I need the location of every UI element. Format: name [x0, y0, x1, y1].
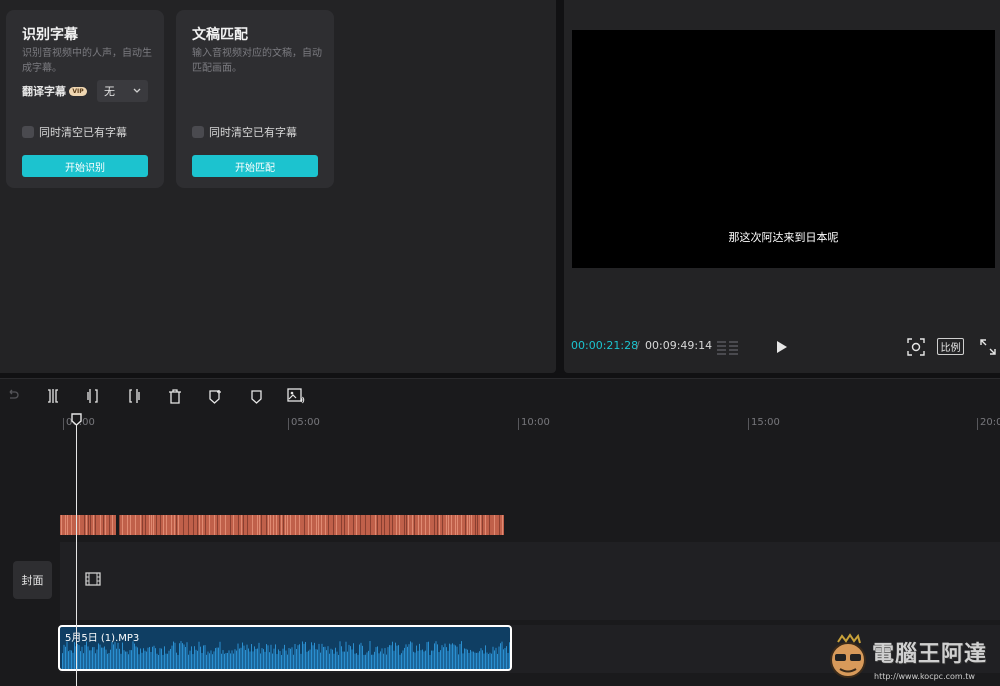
play-icon: [777, 341, 787, 353]
preview-panel: 那这次阿达来到日本呢 00:00:21:28 / 00:09:49:14 比例: [564, 0, 1000, 373]
match-card-desc: 输入音视频对应的文稿，自动匹配画面。: [192, 48, 322, 74]
fullscreen-button[interactable]: [978, 337, 998, 357]
trim-left-button[interactable]: [84, 387, 102, 405]
playhead-line[interactable]: [76, 419, 77, 686]
match-clear-existing-option[interactable]: 同时清空已有字幕: [192, 124, 297, 140]
start-match-button[interactable]: 开始匹配: [192, 155, 318, 177]
fullscreen-icon: [980, 339, 996, 355]
delete-button[interactable]: [166, 387, 184, 405]
main-video-track[interactable]: [60, 542, 1000, 620]
vip-badge: VIP: [69, 86, 87, 96]
ruler-label: 20:00: [980, 417, 1000, 428]
start-recognize-button[interactable]: 开始识别: [22, 155, 148, 177]
recognize-subtitle-card: 识别字幕 识别音视频中的人声，自动生成字幕。 翻译字幕 VIP 无 同时清空已有…: [6, 10, 164, 188]
marker-button[interactable]: [247, 387, 265, 405]
preview-subtitle: 那这次阿达来到日本呢: [728, 231, 839, 244]
waveform-grid-icon[interactable]: [716, 338, 740, 356]
add-marker-button[interactable]: [206, 387, 224, 405]
split-button[interactable]: [44, 387, 62, 405]
image-audio-icon: [287, 388, 305, 404]
watermark-url: http://www.kocpc.com.tw: [874, 672, 975, 681]
film-icon: [85, 572, 101, 586]
marker-icon: [250, 389, 262, 404]
translate-language-select[interactable]: 无: [97, 80, 148, 102]
translate-language-value: 无: [104, 85, 115, 98]
cover-button[interactable]: 封面: [13, 561, 52, 599]
trash-icon: [169, 388, 181, 404]
split-icon: [48, 389, 58, 403]
redo-button[interactable]: [4, 387, 22, 405]
clear-existing-checkbox[interactable]: [22, 126, 34, 138]
match-card-title: 文稿匹配: [192, 27, 248, 43]
match-clear-existing-checkbox[interactable]: [192, 126, 204, 138]
subtitle-track[interactable]: [60, 515, 504, 535]
current-time: 00:00:21:28: [571, 339, 639, 352]
fit-screen-button[interactable]: [906, 337, 926, 357]
match-clear-existing-label: 同时清空已有字幕: [209, 126, 297, 139]
ruler-label: 10:00: [521, 417, 550, 428]
chevron-down-icon: [133, 88, 141, 93]
watermark-text: 電腦王阿達: [872, 642, 988, 667]
timeline-toolbar: [0, 379, 1000, 413]
trim-right-button[interactable]: [125, 387, 143, 405]
ruler-label: 15:00: [751, 417, 780, 428]
trim-left-icon: [87, 389, 98, 403]
translate-label: 翻译字幕: [22, 85, 66, 98]
ruler-label: 05:00: [291, 417, 320, 428]
redo-icon: [9, 389, 19, 399]
watermark: 電腦王阿達 http://www.kocpc.com.tw: [826, 632, 998, 686]
recognize-card-title: 识别字幕: [22, 27, 78, 43]
video-preview[interactable]: 那这次阿达来到日本呢: [572, 30, 995, 268]
total-duration: 00:09:49:14: [645, 339, 713, 352]
focus-icon: [907, 338, 925, 356]
audio-clip[interactable]: 5月5日 (1).MP3: [58, 625, 512, 671]
ratio-button[interactable]: 比例: [937, 338, 964, 355]
audio-waveform: [62, 641, 510, 669]
marker-add-icon: [208, 389, 221, 404]
time-ruler[interactable]: 00:00 05:00 10:00 15:00 20:00: [60, 413, 1000, 435]
recognize-card-desc: 识别音视频中的人声，自动生成字幕。: [22, 48, 152, 74]
mascot-logo: [830, 633, 866, 678]
play-button[interactable]: [772, 337, 792, 357]
time-separator: /: [636, 339, 640, 352]
script-match-card: 文稿匹配 输入音视频对应的文稿，自动匹配画面。 同时清空已有字幕 开始匹配: [176, 10, 334, 188]
translate-row: 翻译字幕 VIP: [22, 82, 87, 100]
clear-existing-option[interactable]: 同时清空已有字幕: [22, 124, 127, 140]
trim-right-icon: [129, 389, 140, 403]
subtitle-tools-panel: 识别字幕 识别音视频中的人声，自动生成字幕。 翻译字幕 VIP 无 同时清空已有…: [0, 0, 556, 373]
image-voice-button[interactable]: [287, 387, 305, 405]
clear-existing-label: 同时清空已有字幕: [39, 126, 127, 139]
playhead-handle[interactable]: [71, 413, 82, 426]
